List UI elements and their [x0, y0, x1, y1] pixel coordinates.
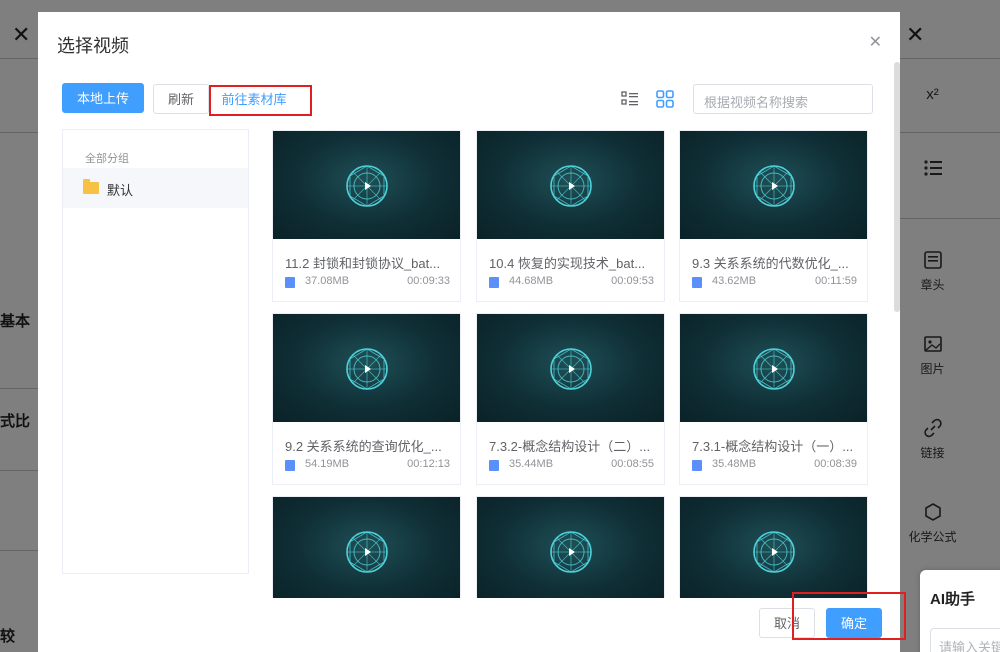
sidebar-item-label: 默认	[107, 183, 134, 198]
close-icon[interactable]: ✕	[869, 32, 882, 52]
video-title: 9.2 关系系统的查询优化_...	[285, 439, 442, 454]
select-video-dialog: 选择视频 ✕ 本地上传 刷新 前往素材库 根据视频名称搜索 全部分组 默认 11…	[38, 12, 906, 652]
video-logo-icon	[550, 531, 592, 573]
video-size: 43.62MB	[712, 275, 757, 287]
video-size: 37.08MB	[305, 275, 350, 287]
video-thumbnail[interactable]	[273, 314, 460, 422]
video-logo-icon	[346, 348, 388, 390]
video-logo-icon	[550, 165, 592, 207]
video-thumbnail[interactable]	[680, 497, 867, 598]
file-icon	[285, 460, 295, 471]
group-sidebar: 全部分组 默认	[62, 129, 249, 574]
video-thumbnail[interactable]	[680, 314, 867, 422]
file-icon	[489, 460, 499, 471]
video-title: 7.3.1-概念结构设计（一）...	[692, 439, 854, 454]
video-thumbnail[interactable]	[477, 314, 664, 422]
highlight-box	[792, 592, 906, 640]
file-icon	[692, 460, 702, 471]
video-card[interactable]: 7.3.2-概念结构设计（二）... 35.44MB 00:08:55	[476, 313, 665, 485]
ai-input[interactable]: 请输入关键	[930, 628, 1000, 652]
refresh-button[interactable]: 刷新	[153, 84, 209, 114]
sidebar-item-default[interactable]: 默认	[63, 168, 248, 208]
video-duration: 00:09:33	[407, 275, 450, 287]
video-card[interactable]: 11.2 封锁和封锁协议_bat... 37.08MB 00:09:33	[272, 130, 461, 302]
video-card[interactable]: 7.3.1-概念结构设计（一）... 35.48MB 00:08:39	[679, 313, 868, 485]
video-card[interactable]	[272, 496, 461, 598]
video-logo-icon	[753, 531, 795, 573]
file-icon	[692, 277, 702, 288]
video-size: 44.68MB	[509, 275, 554, 287]
video-thumbnail[interactable]	[273, 131, 460, 239]
video-card[interactable]	[476, 496, 665, 598]
ai-assistant-panel: AI助手 请输入关键	[920, 570, 1000, 652]
scrollbar[interactable]	[894, 62, 900, 312]
video-logo-icon	[753, 348, 795, 390]
video-title: 10.4 恢复的实现技术_bat...	[489, 256, 646, 271]
video-title: 7.3.2-概念结构设计（二）...	[489, 439, 651, 454]
video-size: 35.44MB	[509, 458, 554, 470]
dialog-title: 选择视频	[57, 36, 129, 56]
local-upload-button[interactable]: 本地上传	[62, 83, 144, 113]
video-card[interactable]	[679, 496, 868, 598]
video-card[interactable]: 9.2 关系系统的查询优化_... 54.19MB 00:12:13	[272, 313, 461, 485]
video-logo-icon	[753, 165, 795, 207]
video-duration: 00:08:55	[611, 458, 654, 470]
folder-icon	[83, 179, 99, 194]
ai-assistant-title: AI助手	[930, 591, 976, 608]
video-thumbnail[interactable]	[477, 497, 664, 598]
video-logo-icon	[346, 165, 388, 207]
video-duration: 00:09:53	[611, 275, 654, 287]
file-icon	[285, 277, 295, 288]
video-grid: 11.2 封锁和封锁协议_bat... 37.08MB 00:09:33 10.4 恢…	[272, 130, 872, 598]
group-header: 全部分组	[85, 153, 129, 165]
file-icon	[489, 277, 499, 288]
highlight-box	[209, 85, 312, 116]
video-thumbnail[interactable]	[680, 131, 867, 239]
video-logo-icon	[346, 531, 388, 573]
list-view-icon[interactable]	[621, 90, 639, 108]
video-size: 35.48MB	[712, 458, 757, 470]
video-size: 54.19MB	[305, 458, 350, 470]
video-thumbnail[interactable]	[273, 497, 460, 598]
search-input[interactable]: 根据视频名称搜索	[693, 84, 873, 114]
video-title: 11.2 封锁和封锁协议_bat...	[285, 256, 441, 271]
video-thumbnail[interactable]	[477, 131, 664, 239]
video-duration: 00:12:13	[407, 458, 450, 470]
video-card[interactable]: 10.4 恢复的实现技术_bat... 44.68MB 00:09:53	[476, 130, 665, 302]
video-duration: 00:08:39	[814, 458, 857, 470]
video-card[interactable]: 9.3 关系系统的代数优化_... 43.62MB 00:11:59	[679, 130, 868, 302]
grid-view-icon[interactable]	[656, 90, 674, 108]
video-duration: 00:11:59	[814, 275, 857, 287]
video-title: 9.3 关系系统的代数优化_...	[692, 256, 849, 271]
video-logo-icon	[550, 348, 592, 390]
